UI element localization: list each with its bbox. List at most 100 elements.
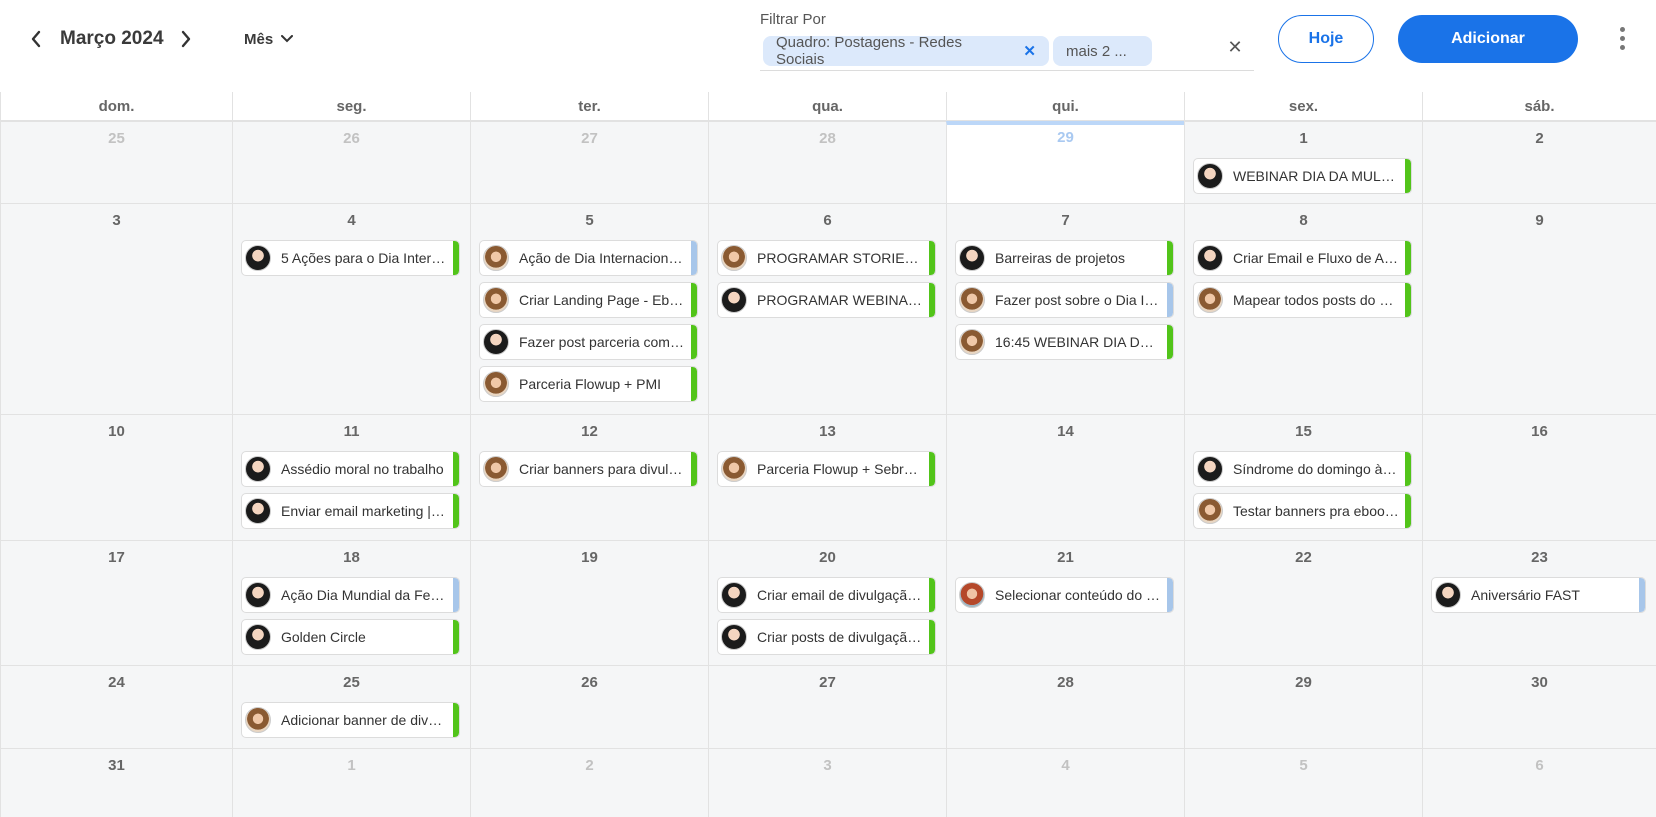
weekday-header: sáb. bbox=[1422, 92, 1656, 121]
event-title: Golden Circle bbox=[281, 629, 366, 645]
day-cell[interactable]: 1 bbox=[232, 748, 470, 817]
avatar bbox=[483, 456, 509, 482]
filter-chip-more[interactable]: mais 2 ... bbox=[1053, 36, 1152, 66]
day-cell[interactable]: 27 bbox=[470, 121, 708, 203]
add-button[interactable]: Adicionar bbox=[1398, 15, 1578, 63]
day-cell[interactable]: 2 bbox=[1422, 121, 1656, 203]
day-cell[interactable]: 1 WEBINAR DIA DA MULHER bbox=[1184, 121, 1422, 203]
event-card[interactable]: Ação Dia Mundial da Felicidade bbox=[241, 577, 460, 613]
event-card[interactable]: Fazer post sobre o Dia Internacional da … bbox=[955, 282, 1174, 318]
day-number: 4 bbox=[1061, 757, 1070, 774]
avatar bbox=[721, 456, 747, 482]
day-cell[interactable]: 10 bbox=[0, 414, 232, 540]
weekday-header: qui. bbox=[946, 92, 1184, 121]
event-card[interactable]: Mapear todos posts do blog bbox=[1193, 282, 1412, 318]
day-cell[interactable]: 21 Selecionar conteúdo do Jornal bbox=[946, 540, 1184, 665]
day-cell[interactable]: 26 bbox=[232, 121, 470, 203]
event-card[interactable]: Parceria Flowup + Sebrae ALI bbox=[717, 451, 936, 487]
event-card[interactable]: Selecionar conteúdo do Jornal bbox=[955, 577, 1174, 613]
day-cell[interactable]: 4 5 Ações para o Dia Internacional da Mul… bbox=[232, 203, 470, 414]
event-card[interactable]: PROGRAMAR STORIES - WEBINAR bbox=[717, 240, 936, 276]
day-cell[interactable]: 28 bbox=[946, 665, 1184, 748]
event-card[interactable]: Assédio moral no trabalho bbox=[241, 451, 460, 487]
next-month-button[interactable] bbox=[174, 24, 198, 54]
event-title: Criar posts de divulgação do ebook bbox=[757, 629, 923, 645]
event-card[interactable]: Criar banners para divulgação bbox=[479, 451, 698, 487]
event-title: Síndrome do domingo à noite bbox=[1233, 461, 1399, 477]
event-status-bar bbox=[1639, 578, 1645, 612]
event-card[interactable]: Adicionar banner de divulgação bbox=[241, 702, 460, 738]
day-cell[interactable]: 23 Aniversário FAST bbox=[1422, 540, 1656, 665]
avatar bbox=[959, 287, 985, 313]
day-number: 30 bbox=[1531, 674, 1548, 691]
day-cell[interactable]: 5 bbox=[1184, 748, 1422, 817]
day-cell[interactable]: 14 bbox=[946, 414, 1184, 540]
day-cell[interactable]: 3 bbox=[708, 748, 946, 817]
day-cell[interactable]: 2 bbox=[470, 748, 708, 817]
event-card[interactable]: Aniversário FAST bbox=[1431, 577, 1646, 613]
day-cell[interactable]: 20 Criar email de divulgação do ebook Cria… bbox=[708, 540, 946, 665]
event-card[interactable]: WEBINAR DIA DA MULHER bbox=[1193, 158, 1412, 194]
day-cell[interactable]: 6 bbox=[1422, 748, 1656, 817]
day-cell[interactable]: 29 bbox=[946, 121, 1184, 203]
previous-month-button[interactable] bbox=[24, 24, 48, 54]
day-number: 12 bbox=[581, 423, 598, 440]
more-options-icon[interactable] bbox=[1612, 25, 1632, 51]
day-cell[interactable]: 9 bbox=[1422, 203, 1656, 414]
avatar bbox=[1197, 287, 1223, 313]
event-card[interactable]: Testar banners pra ebook trabalho bbox=[1193, 493, 1412, 529]
day-cell[interactable]: 11 Assédio moral no trabalho Enviar email … bbox=[232, 414, 470, 540]
event-card[interactable]: Criar posts de divulgação do ebook bbox=[717, 619, 936, 655]
day-cell[interactable]: 28 bbox=[708, 121, 946, 203]
event-card[interactable]: 16:45 WEBINAR DIA DA MULHER bbox=[955, 324, 1174, 360]
event-card[interactable]: Enviar email marketing | Uso do ebook bbox=[241, 493, 460, 529]
view-mode-select[interactable]: Mês bbox=[244, 24, 294, 54]
clear-filters-icon[interactable]: ✕ bbox=[1222, 34, 1248, 60]
day-cell[interactable]: 26 bbox=[470, 665, 708, 748]
day-cell[interactable]: 7 Barreiras de projetos Fazer post sobre o… bbox=[946, 203, 1184, 414]
day-cell[interactable]: 15 Síndrome do domingo à noite Testar bann… bbox=[1184, 414, 1422, 540]
day-cell[interactable]: 22 bbox=[1184, 540, 1422, 665]
day-cell[interactable]: 16 bbox=[1422, 414, 1656, 540]
view-mode-label: Mês bbox=[244, 30, 274, 48]
event-card[interactable]: Criar Email e Fluxo de Automação bbox=[1193, 240, 1412, 276]
day-cell[interactable]: 18 Ação Dia Mundial da Felicidade Golden C… bbox=[232, 540, 470, 665]
filter-field[interactable]: Quadro: Postagens - Redes Sociais ✕ mais… bbox=[760, 34, 1254, 71]
day-cell[interactable]: 8 Criar Email e Fluxo de Automação Mapear … bbox=[1184, 203, 1422, 414]
day-cell[interactable]: 24 bbox=[0, 665, 232, 748]
remove-filter-icon[interactable]: ✕ bbox=[1023, 42, 1036, 60]
event-card[interactable]: PROGRAMAR WEBINAR DIA DA MULHER bbox=[717, 282, 936, 318]
event-card[interactable]: Golden Circle bbox=[241, 619, 460, 655]
filter-chip-board[interactable]: Quadro: Postagens - Redes Sociais ✕ bbox=[763, 34, 1049, 68]
day-cell[interactable]: 5 Ação de Dia Internacional da Mulher Cria… bbox=[470, 203, 708, 414]
day-number: 28 bbox=[1057, 674, 1074, 691]
day-number: 13 bbox=[819, 423, 836, 440]
day-cell[interactable]: 6 PROGRAMAR STORIES - WEBINAR PROGRAMAR WE… bbox=[708, 203, 946, 414]
event-card[interactable]: Criar email de divulgação do ebook bbox=[717, 577, 936, 613]
day-cell[interactable]: 17 bbox=[0, 540, 232, 665]
day-cell[interactable]: 29 bbox=[1184, 665, 1422, 748]
event-card[interactable]: Parceria Flowup + PMI bbox=[479, 366, 698, 402]
event-card[interactable]: Fazer post parceria com PMI bbox=[479, 324, 698, 360]
day-cell[interactable]: 3 bbox=[0, 203, 232, 414]
day-number: 26 bbox=[343, 130, 360, 147]
day-cell[interactable]: 25 bbox=[0, 121, 232, 203]
day-cell[interactable]: 19 bbox=[470, 540, 708, 665]
event-card[interactable]: Ação de Dia Internacional da Mulher bbox=[479, 240, 698, 276]
day-number: 15 bbox=[1295, 423, 1312, 440]
day-cell[interactable]: 30 bbox=[1422, 665, 1656, 748]
day-cell[interactable]: 31 bbox=[0, 748, 232, 817]
event-card[interactable]: Criar Landing Page - Ebook bbox=[479, 282, 698, 318]
day-cell[interactable]: 25 Adicionar banner de divulgação bbox=[232, 665, 470, 748]
day-cell[interactable]: 27 bbox=[708, 665, 946, 748]
day-cell[interactable]: 4 bbox=[946, 748, 1184, 817]
day-cell[interactable]: 12 Criar banners para divulgação bbox=[470, 414, 708, 540]
event-card[interactable]: Barreiras de projetos bbox=[955, 240, 1174, 276]
avatar bbox=[1197, 245, 1223, 271]
event-card[interactable]: 5 Ações para o Dia Internacional da Mulh… bbox=[241, 240, 460, 276]
today-button[interactable]: Hoje bbox=[1278, 15, 1374, 63]
day-cell[interactable]: 13 Parceria Flowup + Sebrae ALI bbox=[708, 414, 946, 540]
event-card[interactable]: Síndrome do domingo à noite bbox=[1193, 451, 1412, 487]
weekday-header: ter. bbox=[470, 92, 708, 121]
event-status-bar bbox=[691, 367, 697, 401]
